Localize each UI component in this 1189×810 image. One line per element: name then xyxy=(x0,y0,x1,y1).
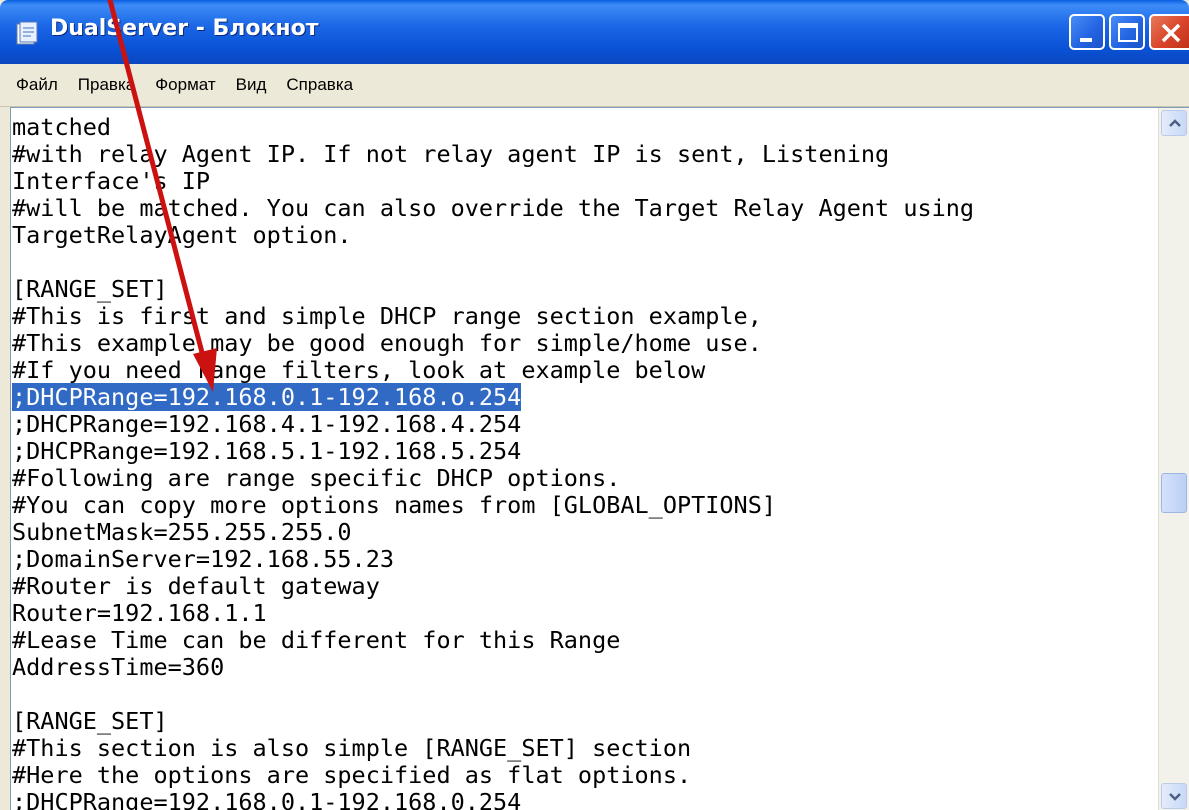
scrollbar-thumb[interactable] xyxy=(1161,473,1187,513)
scroll-up-button[interactable] xyxy=(1161,110,1187,136)
scroll-down-button[interactable] xyxy=(1161,783,1187,809)
text-line[interactable]: [RANGE_SET] xyxy=(12,276,1161,303)
maximize-button[interactable] xyxy=(1109,14,1145,50)
text-line[interactable]: Interface's IP xyxy=(12,168,1161,195)
text-line[interactable]: SubnetMask=255.255.255.0 xyxy=(12,519,1161,546)
text-line-content: #Here the options are specified as flat … xyxy=(12,761,692,789)
text-line-content: #This section is also simple [RANGE_SET]… xyxy=(12,734,692,762)
text-line[interactable]: AddressTime=360 xyxy=(12,654,1161,681)
chevron-down-icon xyxy=(1169,793,1181,801)
text-line[interactable]: ;DomainServer=192.168.55.23 xyxy=(12,546,1161,573)
text-line[interactable]: matched xyxy=(12,114,1161,141)
text-line-content: ;DomainServer=192.168.55.23 xyxy=(12,545,395,573)
text-line-content: SubnetMask=255.255.255.0 xyxy=(12,518,352,546)
text-line-content: AddressTime=360 xyxy=(12,653,225,681)
text-line-content: matched xyxy=(12,113,112,141)
vertical-scrollbar[interactable] xyxy=(1158,108,1189,810)
text-line-content: #You can copy more options names from [G… xyxy=(12,491,777,519)
text-line[interactable]: Router=192.168.1.1 xyxy=(12,600,1161,627)
text-line-content: TargetRelayAgent option. xyxy=(12,221,352,249)
text-line-content: [RANGE_SET] xyxy=(12,275,168,303)
text-line[interactable]: #This example may be good enough for sim… xyxy=(12,330,1161,357)
title-bar[interactable]: DualServer - Блокнот xyxy=(0,0,1189,64)
menu-edit[interactable]: Правка xyxy=(68,64,145,106)
text-line-content: #Lease Time can be different for this Ra… xyxy=(12,626,621,654)
text-line[interactable]: #Here the options are specified as flat … xyxy=(12,762,1161,789)
text-line-content: #will be matched. You can also override … xyxy=(12,194,975,222)
text-line[interactable] xyxy=(12,249,1161,276)
chevron-up-icon xyxy=(1169,119,1181,127)
window-controls xyxy=(1069,14,1189,52)
text-editor[interactable]: matched #with relay Agent IP. If not rela… xyxy=(10,107,1189,810)
notepad-window: DualServer - Блокнот Файл Правка Формат … xyxy=(0,0,1189,810)
text-line[interactable]: ;DHCPRange=192.168.4.1-192.168.4.254 xyxy=(12,411,1161,438)
text-line[interactable]: ;DHCPRange=192.168.0.1-192.168.0.254 xyxy=(12,789,1161,810)
text-line-content: [RANGE_SET] xyxy=(12,707,168,735)
text-line-content: #Router is default gateway xyxy=(12,572,380,600)
editor-text-area[interactable]: matched #with relay Agent IP. If not rela… xyxy=(11,108,1161,810)
maximize-icon xyxy=(1118,23,1138,42)
text-line[interactable]: #This is first and simple DHCP range sec… xyxy=(12,303,1161,330)
menu-format[interactable]: Формат xyxy=(145,64,225,106)
menu-help[interactable]: Справка xyxy=(276,64,363,106)
text-line[interactable]: ;DHCPRange=192.168.5.1-192.168.5.254 xyxy=(12,438,1161,465)
text-line[interactable]: [RANGE_SET] xyxy=(12,708,1161,735)
text-line-content: #This example may be good enough for sim… xyxy=(12,329,762,357)
window-title: DualServer - Блокнот xyxy=(50,16,319,41)
text-line[interactable]: #This section is also simple [RANGE_SET]… xyxy=(12,735,1161,762)
text-line[interactable]: #will be matched. You can also override … xyxy=(12,195,1161,222)
close-button[interactable] xyxy=(1149,14,1189,50)
menu-view[interactable]: Вид xyxy=(226,64,277,106)
text-line[interactable]: TargetRelayAgent option. xyxy=(12,222,1161,249)
close-icon xyxy=(1161,23,1181,43)
text-line[interactable]: #Lease Time can be different for this Ra… xyxy=(12,627,1161,654)
text-line[interactable]: #If you need range filters, look at exam… xyxy=(12,357,1161,384)
menu-file[interactable]: Файл xyxy=(0,64,68,106)
menu-bar: Файл Правка Формат Вид Справка xyxy=(0,64,1189,107)
text-line-content: #with relay Agent IP. If not relay agent… xyxy=(12,140,890,168)
selected-text-line[interactable]: ;DHCPRange=192.168.0.1-192.168.o.254 xyxy=(12,383,1161,411)
text-line[interactable]: #You can copy more options names from [G… xyxy=(12,492,1161,519)
text-line-content: ;DHCPRange=192.168.4.1-192.168.4.254 xyxy=(12,410,522,438)
text-line-content: Interface's IP xyxy=(12,167,211,195)
text-line-content: #Following are range specific DHCP optio… xyxy=(12,464,621,492)
text-line-content: ;DHCPRange=192.168.0.1-192.168.o.254 xyxy=(12,383,522,411)
text-line-content: Router=192.168.1.1 xyxy=(12,599,267,627)
text-line-content: ;DHCPRange=192.168.0.1-192.168.0.254 xyxy=(12,788,522,810)
text-line[interactable]: #Router is default gateway xyxy=(12,573,1161,600)
text-line-content: ;DHCPRange=192.168.5.1-192.168.5.254 xyxy=(12,437,522,465)
minimize-icon xyxy=(1080,38,1092,42)
text-line[interactable]: #with relay Agent IP. If not relay agent… xyxy=(12,141,1161,168)
text-line-content: #This is first and simple DHCP range sec… xyxy=(12,302,762,330)
notepad-icon[interactable] xyxy=(14,20,40,46)
minimize-button[interactable] xyxy=(1069,14,1105,50)
text-line-content: #If you need range filters, look at exam… xyxy=(12,356,706,384)
text-line[interactable] xyxy=(12,681,1161,708)
text-line[interactable]: #Following are range specific DHCP optio… xyxy=(12,465,1161,492)
